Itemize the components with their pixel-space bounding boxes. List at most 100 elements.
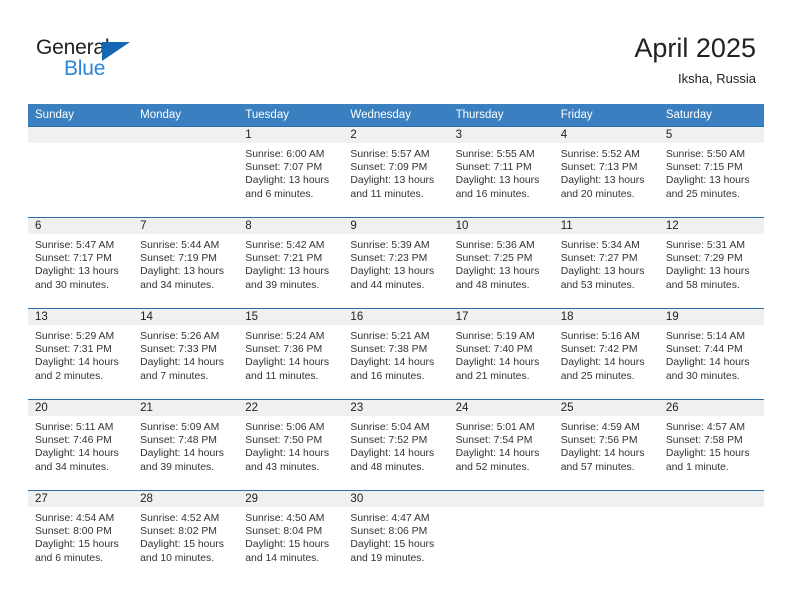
daylight-line-2: and 58 minutes. [665,279,740,291]
day-box: 29 Sunrise: 4:50 AM Sunset: 8:04 PM Dayligh… [238,491,344,581]
calendar-grid: Sunday Monday Tuesday Wednesday Thursday… [28,104,764,582]
day-details: Sunrise: 5:50 AM Sunset: 7:15 PM Daylight:… [659,143,764,201]
day-box: 14 Sunrise: 5:26 AM Sunset: 7:33 PM Dayligh… [133,309,239,399]
sunset-time: Sunset: 7:21 PM [245,253,323,265]
calendar-day-cell[interactable]: 4 Sunrise: 5:52 AM Sunset: 7:13 PM Daylight… [553,126,659,218]
calendar-day-cell[interactable]: 29 Sunrise: 4:50 AM Sunset: 8:04 PM Dayligh… [238,490,344,582]
sunrise-time: Sunrise: 4:52 AM [140,513,220,524]
calendar-day-cell[interactable]: 1 Sunrise: 6:00 AM Sunset: 7:07 PM Daylight… [238,126,344,218]
daylight-line-1: Daylight: 13 hours [35,266,119,278]
calendar-day-cell[interactable]: 25 Sunrise: 4:59 AM Sunset: 7:56 PM Dayligh… [553,399,659,491]
day-details [449,507,554,512]
sunrise-time: Sunrise: 5:47 AM [35,240,115,251]
day-details: Sunrise: 5:36 AM Sunset: 7:25 PM Daylight:… [449,234,554,292]
page-subtitle: Iksha, Russia [677,71,756,86]
day-details: Sunrise: 5:06 AM Sunset: 7:50 PM Daylight:… [238,416,343,474]
calendar-day-cell[interactable]: 12 Sunrise: 5:31 AM Sunset: 7:29 PM Dayligh… [658,217,764,309]
day-number: 21 [133,400,239,416]
calendar-day-cell[interactable]: 17 Sunrise: 5:19 AM Sunset: 7:40 PM Dayligh… [448,308,554,400]
calendar-day-cell[interactable]: 14 Sunrise: 5:26 AM Sunset: 7:33 PM Dayligh… [133,308,239,400]
daylight-line-2: and 10 minutes. [140,552,215,564]
calendar-day-cell[interactable]: 11 Sunrise: 5:34 AM Sunset: 7:27 PM Dayligh… [553,217,659,309]
daylight-line-2: and 43 minutes. [245,461,320,473]
sunset-time: Sunset: 7:29 PM [665,253,743,265]
daylight-line-1: Daylight: 14 hours [665,357,750,369]
day-box: 21 Sunrise: 5:09 AM Sunset: 7:48 PM Dayligh… [133,400,239,490]
sunset-time: Sunset: 7:46 PM [35,435,112,447]
day-number: 13 [28,309,134,325]
calendar-day-cell[interactable]: 22 Sunrise: 5:06 AM Sunset: 7:50 PM Dayligh… [238,399,344,491]
day-box: 3 Sunrise: 5:55 AM Sunset: 7:11 PM Daylight… [448,127,554,217]
day-details: Sunrise: 5:09 AM Sunset: 7:48 PM Daylight:… [133,416,238,474]
sunset-time: Sunset: 8:02 PM [140,526,217,538]
calendar-day-cell[interactable]: 16 Sunrise: 5:21 AM Sunset: 7:38 PM Dayligh… [343,308,449,400]
day-box [28,127,134,217]
day-number: 23 [343,400,449,416]
calendar-day-cell[interactable]: 27 Sunrise: 4:54 AM Sunset: 8:00 PM Dayligh… [28,490,134,582]
day-box [448,491,554,581]
day-box: 5 Sunrise: 5:50 AM Sunset: 7:15 PM Daylight… [658,127,764,217]
day-number [658,491,764,507]
calendar-day-cell[interactable]: 13 Sunrise: 5:29 AM Sunset: 7:31 PM Dayligh… [28,308,134,400]
calendar-day-cell[interactable]: 6 Sunrise: 5:47 AM Sunset: 7:17 PM Daylight… [28,217,134,309]
daylight-line-1: Daylight: 13 hours [455,175,540,187]
calendar-day-cell[interactable]: 3 Sunrise: 5:55 AM Sunset: 7:11 PM Daylight… [448,126,554,218]
day-number: 22 [238,400,344,416]
sunset-time: Sunset: 7:50 PM [245,435,323,447]
day-box: 17 Sunrise: 5:19 AM Sunset: 7:40 PM Dayligh… [448,309,554,399]
day-number: 20 [28,400,134,416]
sunset-time: Sunset: 7:13 PM [560,162,638,174]
calendar-day-cell[interactable]: 26 Sunrise: 4:57 AM Sunset: 7:58 PM Dayligh… [658,399,764,491]
calendar-day-cell[interactable]: 10 Sunrise: 5:36 AM Sunset: 7:25 PM Dayligh… [448,217,554,309]
daylight-line-2: and 20 minutes. [560,188,635,200]
sunrise-time: Sunrise: 4:57 AM [665,422,745,433]
calendar-empty-cell [448,490,554,582]
calendar-day-cell[interactable]: 15 Sunrise: 5:24 AM Sunset: 7:36 PM Dayligh… [238,308,344,400]
calendar-day-cell[interactable]: 21 Sunrise: 5:09 AM Sunset: 7:48 PM Dayligh… [133,399,239,491]
calendar-day-cell[interactable]: 24 Sunrise: 5:01 AM Sunset: 7:54 PM Dayligh… [448,399,554,491]
calendar-day-cell[interactable]: 18 Sunrise: 5:16 AM Sunset: 7:42 PM Dayligh… [553,308,659,400]
day-number: 7 [133,218,239,234]
sunset-time: Sunset: 7:33 PM [140,344,217,356]
daylight-line-2: and 39 minutes. [245,279,320,291]
day-number [448,491,554,507]
day-box [553,491,659,581]
page-title: April 2025 [634,33,756,63]
daylight-line-2: and 34 minutes. [140,279,215,291]
calendar-week-row: 6 Sunrise: 5:47 AM Sunset: 7:17 PM Daylight… [28,217,764,309]
day-box: 12 Sunrise: 5:31 AM Sunset: 7:29 PM Dayligh… [658,218,764,308]
sunrise-time: Sunrise: 5:21 AM [350,331,430,342]
calendar-day-cell[interactable]: 8 Sunrise: 5:42 AM Sunset: 7:21 PM Daylight… [238,217,344,309]
weekday-header-wednesday: Wednesday [343,104,449,127]
day-number: 11 [553,218,659,234]
daylight-line-1: Daylight: 14 hours [560,448,645,460]
calendar-day-cell[interactable]: 28 Sunrise: 4:52 AM Sunset: 8:02 PM Dayligh… [133,490,239,582]
daylight-line-1: Daylight: 14 hours [35,448,119,460]
calendar-day-cell[interactable]: 2 Sunrise: 5:57 AM Sunset: 7:09 PM Daylight… [343,126,449,218]
calendar-day-cell[interactable]: 9 Sunrise: 5:39 AM Sunset: 7:23 PM Daylight… [343,217,449,309]
daylight-line-1: Daylight: 15 hours [35,539,119,551]
day-number: 25 [553,400,659,416]
daylight-line-1: Daylight: 13 hours [665,175,750,187]
calendar-day-cell[interactable]: 20 Sunrise: 5:11 AM Sunset: 7:46 PM Dayligh… [28,399,134,491]
calendar-day-cell[interactable]: 7 Sunrise: 5:44 AM Sunset: 7:19 PM Daylight… [133,217,239,309]
calendar-day-cell[interactable]: 5 Sunrise: 5:50 AM Sunset: 7:15 PM Daylight… [658,126,764,218]
day-box: 20 Sunrise: 5:11 AM Sunset: 7:46 PM Dayligh… [28,400,134,490]
daylight-line-2: and 53 minutes. [560,279,635,291]
sunset-time: Sunset: 7:42 PM [560,344,638,356]
day-box: 1 Sunrise: 6:00 AM Sunset: 7:07 PM Daylight… [238,127,344,217]
sunrise-time: Sunrise: 5:01 AM [455,422,535,433]
day-box: 24 Sunrise: 5:01 AM Sunset: 7:54 PM Dayligh… [448,400,554,490]
calendar-day-cell[interactable]: 23 Sunrise: 5:04 AM Sunset: 7:52 PM Dayligh… [343,399,449,491]
sunset-time: Sunset: 7:48 PM [140,435,217,447]
daylight-line-1: Daylight: 13 hours [140,266,224,278]
sunrise-time: Sunrise: 5:09 AM [140,422,220,433]
day-details: Sunrise: 5:57 AM Sunset: 7:09 PM Daylight:… [343,143,448,201]
daylight-line-2: and 2 minutes. [35,370,104,382]
day-number: 12 [658,218,764,234]
calendar-day-cell[interactable]: 30 Sunrise: 4:47 AM Sunset: 8:06 PM Dayligh… [343,490,449,582]
day-number: 8 [238,218,344,234]
sunrise-time: Sunrise: 5:42 AM [245,240,325,251]
sunrise-time: Sunrise: 5:50 AM [665,149,745,160]
calendar-day-cell[interactable]: 19 Sunrise: 5:14 AM Sunset: 7:44 PM Dayligh… [658,308,764,400]
